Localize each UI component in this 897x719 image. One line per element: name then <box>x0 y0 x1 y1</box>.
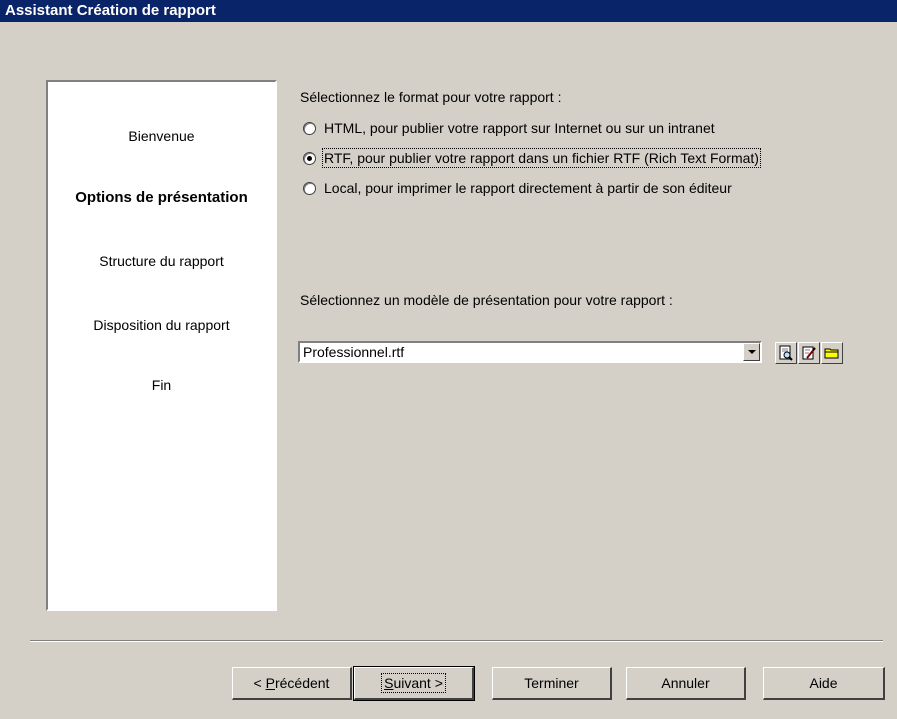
radio-local-label: Local, pour imprimer le rapport directem… <box>324 180 732 196</box>
radio-rtf-label: RTF, pour publier votre rapport dans un … <box>322 148 761 168</box>
preview-template-button[interactable] <box>775 342 797 364</box>
help-button[interactable]: Aide <box>763 667 885 700</box>
previous-label: récédent <box>274 675 330 691</box>
step-report-layout: Disposition du rapport <box>93 317 230 333</box>
finish-label: Terminer <box>524 675 579 691</box>
radio-local-button[interactable] <box>303 182 316 195</box>
radio-selected-dot <box>307 156 312 161</box>
format-prompt: Sélectionnez le format pour votre rappor… <box>300 89 562 105</box>
next-label: uivant > <box>393 675 443 691</box>
help-label: Aide <box>809 675 838 691</box>
previous-mnemonic: P <box>265 675 275 691</box>
step-presentation-options: Options de présentation <box>75 189 248 206</box>
previous-prefix: < <box>253 675 266 691</box>
window-title-bar[interactable]: Assistant Création de rapport <box>0 0 897 22</box>
browse-template-button[interactable] <box>821 342 843 364</box>
window-title: Assistant Création de rapport <box>5 2 216 19</box>
previous-button[interactable]: < Précédent <box>232 667 352 700</box>
cancel-label: Annuler <box>661 675 710 691</box>
step-welcome: Bienvenue <box>128 128 195 144</box>
edit-icon <box>802 346 816 360</box>
bottom-separator-highlight <box>30 641 883 642</box>
finish-button[interactable]: Terminer <box>492 667 612 700</box>
wizard-steps-panel: Bienvenue Options de présentation Struct… <box>46 80 277 611</box>
radio-html-button[interactable] <box>303 122 316 135</box>
template-prompt: Sélectionnez un modèle de présentation p… <box>300 292 673 308</box>
radio-local[interactable]: Local, pour imprimer le rapport directem… <box>303 180 843 198</box>
step-report-structure: Structure du rapport <box>99 253 224 269</box>
radio-html-label: HTML, pour publier votre rapport sur Int… <box>324 120 715 136</box>
cancel-button[interactable]: Annuler <box>626 667 746 700</box>
template-select[interactable]: Professionnel.rtf <box>298 341 762 363</box>
template-dropdown-button[interactable] <box>743 343 760 361</box>
next-button[interactable]: Suivant > <box>353 666 475 701</box>
folder-icon <box>824 348 839 359</box>
step-finish: Fin <box>151 377 172 393</box>
preview-icon <box>779 345 793 361</box>
radio-rtf-button[interactable] <box>303 152 316 165</box>
edit-template-button[interactable] <box>798 342 820 364</box>
chevron-down-icon <box>748 350 756 354</box>
radio-rtf[interactable]: RTF, pour publier votre rapport dans un … <box>303 148 863 168</box>
template-select-value: Professionnel.rtf <box>303 344 405 360</box>
radio-html[interactable]: HTML, pour publier votre rapport sur Int… <box>303 120 843 138</box>
